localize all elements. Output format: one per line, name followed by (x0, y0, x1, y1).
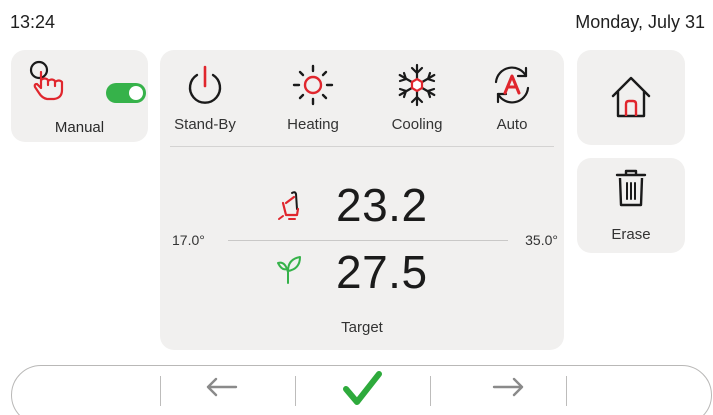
mode-divider (170, 146, 554, 147)
target-label: Target (341, 319, 383, 336)
checkmark-icon (343, 371, 382, 405)
nav-divider (295, 376, 296, 406)
mode-standby-button[interactable]: Stand-By (165, 62, 245, 142)
hand-pointer-icon (29, 60, 64, 101)
thermostat-screen: 13:24 Monday, July 31 Manual Stand-By He… (0, 0, 713, 415)
status-time: 13:24 (10, 12, 56, 32)
home-button[interactable] (577, 50, 685, 145)
manual-toggle[interactable] (106, 83, 146, 103)
mode-cooling-button[interactable]: Cooling (377, 62, 457, 142)
auto-cycle-icon (494, 66, 530, 104)
toggle-knob (129, 86, 143, 100)
forward-button[interactable] (478, 369, 538, 413)
status-date: Monday, July 31 (575, 12, 705, 32)
snowflake-icon (398, 63, 436, 107)
seat-icon (278, 191, 300, 220)
manual-label: Manual (54, 119, 105, 136)
sun-icon (292, 64, 334, 106)
power-icon (188, 65, 222, 104)
target-temperature[interactable]: 27.5 (336, 245, 428, 299)
nav-divider (160, 376, 161, 406)
range-min-label: 17.0° (172, 232, 205, 248)
range-max-label: 35.0° (525, 232, 558, 248)
current-temperature: 23.2 (336, 179, 428, 231)
mode-selector: Stand-By Heating Cooling Auto (160, 50, 564, 146)
mode-cooling-label: Cooling (391, 116, 443, 133)
mode-auto-button[interactable]: Auto (472, 62, 552, 142)
mode-heating-label: Heating (287, 116, 339, 133)
climate-control-card: Stand-By Heating Cooling Auto 17.0° 35.0… (160, 50, 564, 350)
arrow-right-icon (492, 377, 524, 397)
bottom-navigation-bar (11, 365, 712, 415)
arrow-left-icon (206, 377, 238, 397)
confirm-button[interactable] (332, 369, 392, 413)
temperature-slider-track[interactable] (228, 240, 508, 241)
leaf-icon (277, 256, 301, 284)
erase-button[interactable]: Erase (577, 158, 685, 253)
mode-heating-button[interactable]: Heating (273, 62, 353, 142)
nav-divider (566, 376, 567, 406)
nav-divider (430, 376, 431, 406)
erase-label: Erase (611, 226, 651, 243)
trash-icon (615, 169, 647, 207)
manual-mode-card[interactable]: Manual (11, 50, 148, 142)
back-button[interactable] (192, 369, 252, 413)
home-icon (611, 76, 651, 118)
mode-auto-label: Auto (496, 116, 528, 133)
mode-standby-label: Stand-By (174, 116, 236, 133)
